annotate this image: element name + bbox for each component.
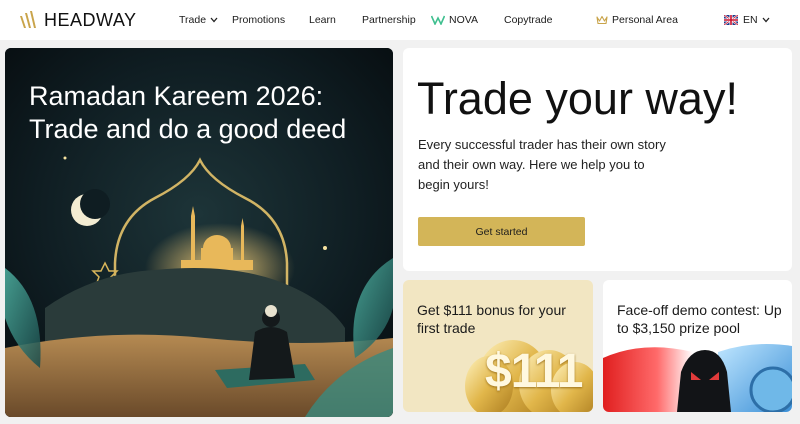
nav-copytrade-label: Copytrade xyxy=(504,14,553,26)
get-started-button[interactable]: Get started xyxy=(418,217,585,246)
brand-logo[interactable]: HEADWAY xyxy=(18,9,137,31)
hero-title: Ramadan Kareem 2026: Trade and do a good… xyxy=(29,81,347,144)
main-subtext: Every successful trader has their own st… xyxy=(418,137,666,192)
contest-illustration xyxy=(603,344,792,412)
nova-logo-icon xyxy=(431,15,445,25)
headway-logo-icon xyxy=(20,11,36,28)
nav-partnership-label: Partnership xyxy=(362,14,416,26)
main-headline: Trade your way! xyxy=(417,73,738,124)
nav-trade[interactable]: Trade xyxy=(179,12,218,28)
bonus-coin-text: $111 xyxy=(485,345,583,398)
nav-promotions-label: Promotions xyxy=(232,14,286,26)
language-label: EN xyxy=(743,14,758,26)
top-navigation: HEADWAY Trade Promotions Learn Partnersh… xyxy=(0,0,800,40)
nav-learn[interactable]: Learn xyxy=(309,12,336,28)
nav-promotions[interactable]: Promotions xyxy=(232,12,285,28)
nav-personal-area-label: Personal Area xyxy=(612,14,678,26)
nav-personal-area[interactable]: Personal Area xyxy=(596,12,678,28)
contest-title: Face-off demo contest: Up to $3,150 priz… xyxy=(617,302,782,336)
crown-icon xyxy=(596,15,608,25)
trade-your-way-card: Trade your way! Every successful trader … xyxy=(403,48,792,271)
nav-copytrade[interactable]: Copytrade xyxy=(504,12,552,28)
uk-flag-icon xyxy=(724,15,738,25)
nav-learn-label: Learn xyxy=(309,14,336,26)
language-selector[interactable]: EN xyxy=(724,12,770,28)
nav-partnership[interactable]: Partnership xyxy=(362,12,416,28)
nav-trade-label: Trade xyxy=(179,14,207,26)
promo-contest-card[interactable]: Face-off demo contest: Up to $3,150 priz… xyxy=(603,280,792,412)
hero-ramadan-banner[interactable]: Ramadan Kareem 2026: Trade and do a good… xyxy=(5,48,393,417)
promo-bonus-card[interactable]: $111 Get $111 bonus for your first trade xyxy=(403,280,593,412)
brand-name: HEADWAY xyxy=(44,9,137,30)
nav-nova-label: NOVA xyxy=(449,14,478,26)
chevron-down-icon xyxy=(210,17,218,23)
nav-nova[interactable]: NOVA xyxy=(431,12,478,28)
bonus-title: Get $111 bonus for your first trade xyxy=(417,302,566,336)
chevron-down-icon xyxy=(762,17,770,23)
